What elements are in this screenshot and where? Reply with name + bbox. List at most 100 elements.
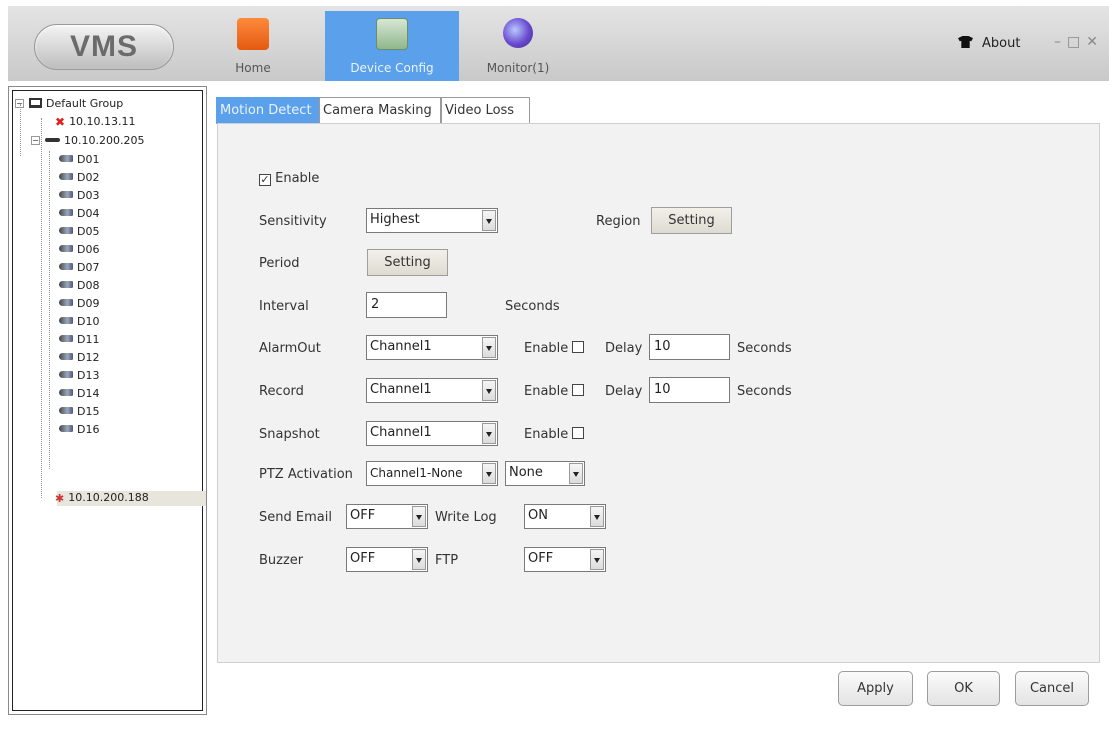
collapse-icon[interactable]: − <box>31 136 40 145</box>
ptz-channel-select[interactable]: Channel1-None <box>366 461 498 486</box>
tree-channel[interactable]: D06 <box>59 243 99 256</box>
tree-device-offline[interactable]: ✖ 10.10.13.11 <box>55 115 136 129</box>
device-icon <box>45 138 60 142</box>
dropdown-arrow-icon[interactable] <box>412 549 426 570</box>
buzzer-select[interactable]: OFF <box>346 547 428 572</box>
monitor-icon <box>503 18 533 48</box>
interval-label: Interval <box>259 299 309 314</box>
nav-device-config[interactable]: Device Config <box>325 11 459 81</box>
buzzer-value: OFF <box>350 551 376 566</box>
alarmout-delay-input[interactable]: 10 <box>649 334 730 360</box>
enable-row[interactable]: ✓ Enable <box>259 171 319 186</box>
tree-channel[interactable]: D04 <box>59 207 99 220</box>
apply-button[interactable]: Apply <box>838 671 913 706</box>
alarmout-select[interactable]: Channel1 <box>366 335 498 360</box>
dropdown-arrow-icon[interactable] <box>482 210 496 231</box>
record-enable-checkbox[interactable] <box>572 384 585 396</box>
alarmout-delay-label: Delay <box>605 341 643 356</box>
dropdown-arrow-icon[interactable] <box>590 506 604 527</box>
camera-icon <box>59 407 73 414</box>
sensitivity-label: Sensitivity <box>259 214 327 229</box>
snapshot-enable[interactable]: Enable <box>524 427 585 442</box>
tree-channel[interactable]: D12 <box>59 351 99 364</box>
camera-icon <box>59 209 73 216</box>
ptz-preset-select[interactable]: None <box>505 461 585 486</box>
dropdown-arrow-icon[interactable] <box>482 463 496 484</box>
nav-monitor-label: Monitor(1) <box>486 61 550 75</box>
tree-channel[interactable]: D13 <box>59 369 99 382</box>
tree-channel-label: D16 <box>77 423 100 436</box>
tree-group-default[interactable]: − Default Group <box>15 97 123 110</box>
interval-input[interactable]: 2 <box>366 292 447 318</box>
tree-channel-label: D01 <box>77 153 100 166</box>
tree-channel[interactable]: D09 <box>59 297 99 310</box>
tree-channel-label: D04 <box>77 207 100 220</box>
app-header: VMS Home Device Config Monitor(1) About … <box>8 6 1109 81</box>
tree-device-online[interactable]: − 10.10.200.205 <box>31 134 144 147</box>
tree-channel[interactable]: D14 <box>59 387 99 400</box>
tree-channel-label: D07 <box>77 261 100 274</box>
home-icon <box>237 18 269 50</box>
about-link[interactable]: About <box>958 36 1020 51</box>
dropdown-arrow-icon[interactable] <box>590 549 604 570</box>
alarmout-enable[interactable]: Enable <box>524 341 585 356</box>
send-email-select[interactable]: OFF <box>346 504 428 529</box>
snapshot-select[interactable]: Channel1 <box>366 421 498 446</box>
record-select[interactable]: Channel1 <box>366 378 498 403</box>
dropdown-arrow-icon[interactable] <box>482 380 496 401</box>
sensitivity-select[interactable]: Highest <box>366 208 498 233</box>
alarmout-enable-checkbox[interactable] <box>572 341 585 353</box>
tree-channel[interactable]: D16 <box>59 423 99 436</box>
shirt-icon <box>958 36 973 48</box>
region-setting-button[interactable]: Setting <box>651 207 732 234</box>
window-controls[interactable]: –□✕ <box>1054 34 1104 50</box>
tree-channel[interactable]: D08 <box>59 279 99 292</box>
device-config-icon <box>376 18 408 50</box>
tree-channel[interactable]: D15 <box>59 405 99 418</box>
ftp-value: OFF <box>528 551 554 566</box>
write-log-value: ON <box>528 508 548 523</box>
dropdown-arrow-icon[interactable] <box>482 423 496 444</box>
tree-channel[interactable]: D07 <box>59 261 99 274</box>
dropdown-arrow-icon[interactable] <box>482 337 496 358</box>
device-alert-icon: ✱ <box>55 492 65 505</box>
tree-channel[interactable]: D10 <box>59 315 99 328</box>
tab-motion-detect[interactable]: Motion Detect <box>216 97 319 124</box>
tree-channel-label: D14 <box>77 387 100 400</box>
cancel-button[interactable]: Cancel <box>1015 671 1089 706</box>
nav-device-config-label: Device Config <box>350 61 434 75</box>
tree-channel-label: D08 <box>77 279 100 292</box>
snapshot-enable-checkbox[interactable] <box>572 427 585 439</box>
nav-home-label: Home <box>235 61 271 75</box>
nav-monitor[interactable]: Monitor(1) <box>478 11 558 81</box>
ftp-select[interactable]: OFF <box>524 547 606 572</box>
write-log-select[interactable]: ON <box>524 504 606 529</box>
region-label: Region <box>596 214 641 229</box>
tree-channel[interactable]: D01 <box>59 153 99 166</box>
tree-device-label: 10.10.200.205 <box>64 134 145 147</box>
tree-channel[interactable]: D03 <box>59 189 99 202</box>
ptz-channel-value: Channel1-None <box>370 466 463 480</box>
period-setting-button[interactable]: Setting <box>367 249 448 276</box>
enable-checkbox[interactable]: ✓ <box>259 174 271 186</box>
period-label: Period <box>259 256 300 271</box>
tree-channel-label: D06 <box>77 243 100 256</box>
record-delay-input[interactable]: 10 <box>649 377 730 403</box>
tree-channel[interactable]: D02 <box>59 171 99 184</box>
nav-home[interactable]: Home <box>218 11 288 81</box>
record-enable[interactable]: Enable <box>524 384 585 399</box>
tab-video-loss[interactable]: Video Loss <box>441 97 530 124</box>
tree-channel[interactable]: D11 <box>59 333 99 346</box>
collapse-icon[interactable]: − <box>15 99 24 108</box>
dropdown-arrow-icon[interactable] <box>569 463 583 484</box>
tree-device-selected[interactable]: ✱ 10.10.200.188 <box>55 491 149 505</box>
camera-icon <box>59 299 73 306</box>
record-value: Channel1 <box>370 382 432 397</box>
tab-camera-masking[interactable]: Camera Masking <box>319 97 441 124</box>
dropdown-arrow-icon[interactable] <box>412 506 426 527</box>
ok-button[interactable]: OK <box>927 671 1000 706</box>
alarmout-value: Channel1 <box>370 339 432 354</box>
tree-channel[interactable]: D05 <box>59 225 99 238</box>
write-log-label: Write Log <box>435 510 497 525</box>
alarmout-label: AlarmOut <box>259 341 321 356</box>
